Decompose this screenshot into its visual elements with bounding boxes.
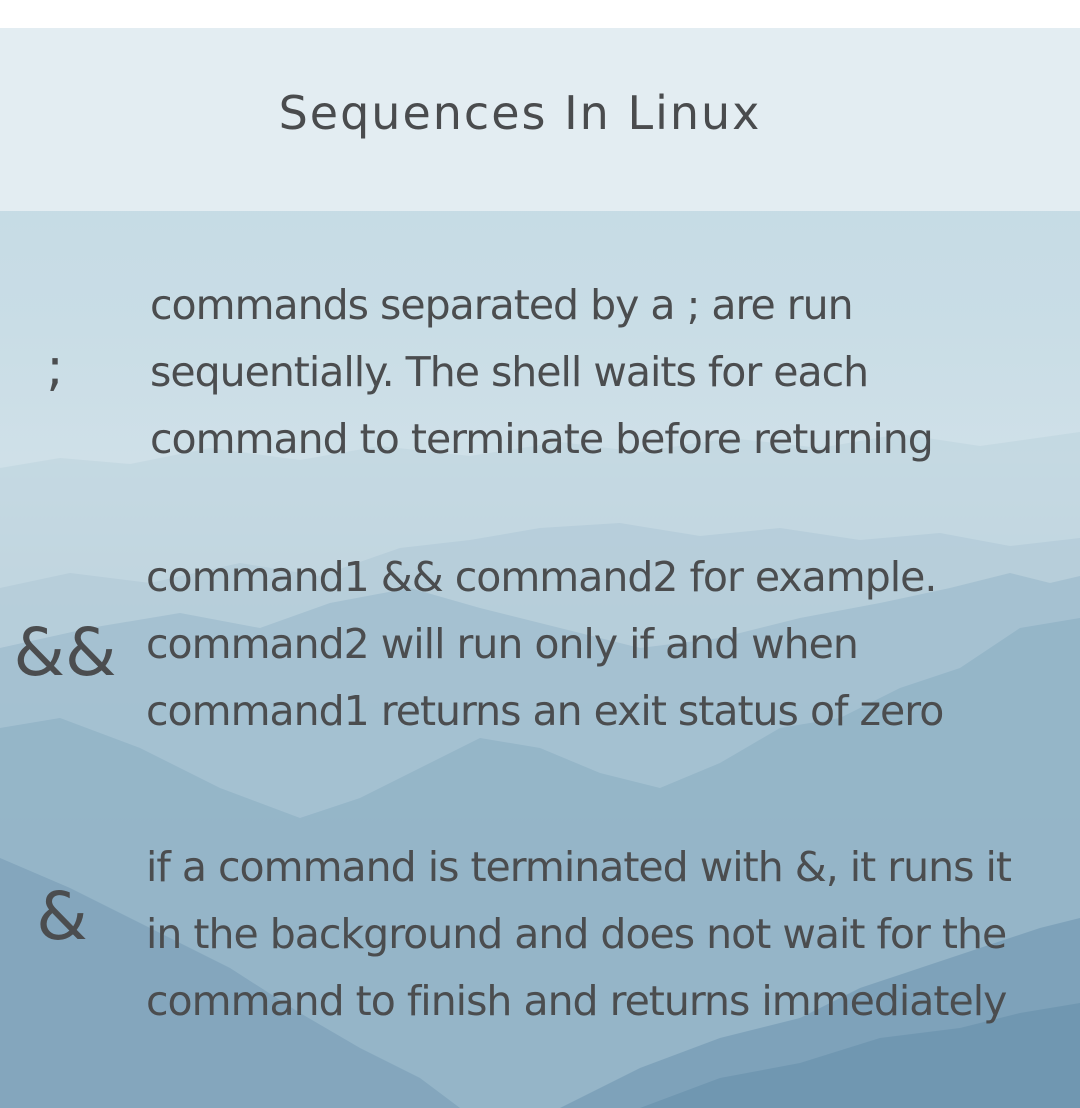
description-line: if a command is terminated with &, it ru… [146, 843, 1012, 891]
sequence-description: commands separated by a ; are run sequen… [150, 272, 934, 473]
description-line: command to terminate before returning [150, 415, 934, 463]
sequence-symbol: && [13, 614, 117, 691]
page-title: Sequences In Linux [278, 86, 762, 140]
description-line: in the background and does not wait for … [146, 910, 1007, 958]
sequence-symbol: ; [46, 338, 64, 398]
sequence-symbol: & [36, 878, 88, 955]
description-line: command1 && command2 for example. [146, 553, 937, 601]
description-line: command1 returns an exit status of zero [146, 687, 944, 735]
description-line: command2 will run only if and when [146, 620, 859, 668]
sequence-description: if a command is terminated with &, it ru… [146, 834, 1012, 1035]
header-band: Sequences In Linux [0, 28, 1080, 211]
description-line: commands separated by a ; are run [150, 281, 854, 329]
infographic-card: Sequences In Linux ; commands separated … [0, 28, 1080, 1108]
description-line: command to finish and returns immediatel… [146, 977, 1007, 1025]
description-line: sequentially. The shell waits for each [150, 348, 869, 396]
sequence-description: command1 && command2 for example. comman… [146, 544, 944, 745]
